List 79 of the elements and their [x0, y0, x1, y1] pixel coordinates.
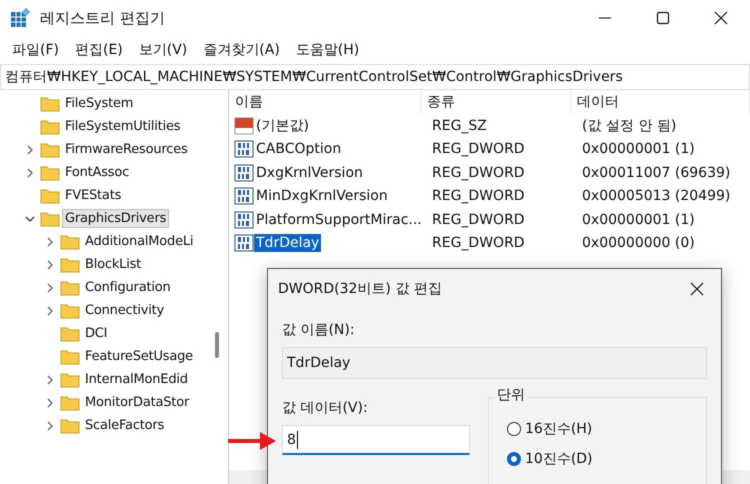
folder-icon [40, 142, 60, 158]
value-name[interactable]: CABCOption [254, 140, 344, 158]
tree-item[interactable]: GraphicsDrivers [62, 209, 170, 228]
string-value-icon [234, 116, 254, 135]
menu-item[interactable]: 도움말(H) [288, 41, 368, 59]
folder-icon [60, 256, 80, 272]
value-name-field[interactable]: TdrDelay [282, 347, 707, 379]
address-bar[interactable]: 컴퓨터₩HKEY_LOCAL_MACHINE₩SYSTEM₩CurrentControlSet₩Control₩GraphicsDrivers [0, 64, 750, 90]
value-type: REG_SZ [431, 118, 488, 134]
field-label: 값 이름(N): [282, 321, 356, 339]
value-data: 0x00011007 (69639) [581, 164, 732, 181]
tree-item[interactable]: AdditionalModeLi [82, 232, 196, 251]
tree-item[interactable]: InternalMonEdid [82, 370, 191, 389]
tree-item[interactable]: FVEStats [62, 186, 124, 205]
column-header[interactable]: 이름 [229, 90, 421, 114]
binary-value-icon [234, 210, 254, 229]
value-name[interactable]: DxgKrnlVersion [254, 164, 365, 182]
folder-icon [60, 418, 80, 434]
close-icon [690, 282, 704, 296]
value-data: 0x00000000 (0) [581, 235, 696, 252]
window-title: 레지스트리 편집기 [40, 8, 165, 28]
maximize-icon [656, 11, 670, 25]
folder-icon [60, 326, 80, 342]
menu-item[interactable]: 편집(E) [66, 41, 131, 59]
value-name[interactable]: TdrDelay [254, 234, 322, 252]
radio-option[interactable]: 10진수(D) [507, 450, 593, 468]
dialog-title: DWORD(32비트) 값 편집 [278, 280, 442, 298]
value-name[interactable]: MinDxgKrnlVersion [254, 187, 390, 206]
tree-item[interactable]: FirmwareResources [62, 140, 191, 159]
folder-icon [40, 96, 60, 112]
value-type: REG_DWORD [431, 212, 526, 228]
menu-item[interactable]: 보기(V) [130, 41, 196, 59]
radio-option[interactable]: 16진수(H) [507, 420, 592, 438]
menu-item[interactable]: 즐겨찾기(A) [195, 41, 288, 59]
value-name[interactable]: PlatformSupportMirac... [254, 210, 424, 229]
folder-icon [60, 280, 80, 296]
folder-icon [40, 164, 60, 180]
folder-icon [40, 188, 60, 204]
column-header[interactable]: 종류 [421, 90, 571, 114]
tree-item[interactable]: FeatureSetUsage [82, 347, 196, 366]
group-label: 단위 [495, 386, 527, 404]
folder-icon [60, 348, 80, 364]
folder-icon [40, 210, 60, 226]
tree-item[interactable]: Connectivity [82, 301, 168, 320]
folder-icon [60, 234, 80, 250]
close-icon [714, 11, 728, 25]
value-data-field[interactable]: 8 [282, 425, 470, 455]
tree-item[interactable]: Configuration [82, 278, 174, 297]
folder-icon [60, 394, 80, 410]
value-type: REG_DWORD [431, 235, 526, 252]
tree-item[interactable]: MonitorDataStor [82, 393, 192, 412]
tree-item[interactable]: FontAssoc [62, 163, 132, 182]
tree-item[interactable]: DCI [82, 324, 110, 343]
folder-icon [60, 372, 80, 388]
scrollbar-thumb[interactable] [215, 332, 219, 358]
value-data: 0x00000001 (1) [581, 212, 696, 228]
folder-icon [40, 118, 60, 134]
field-label: 값 데이터(V): [282, 399, 369, 417]
pointer-arrow [228, 432, 276, 450]
column-header[interactable]: 데이터 [571, 90, 750, 114]
tree-item[interactable]: BlockList [82, 255, 144, 274]
binary-value-icon [234, 140, 254, 158]
value-name[interactable]: (기본값) [254, 116, 311, 136]
binary-value-icon [234, 187, 254, 206]
registry-editor-icon [10, 8, 30, 28]
value-type: REG_DWORD [431, 188, 526, 204]
binary-value-icon [234, 164, 254, 182]
tree-item[interactable]: ScaleFactors [82, 416, 168, 435]
folder-icon [60, 302, 80, 318]
minimize-icon [599, 17, 611, 19]
value-data: (값 설정 안 됨) [581, 116, 678, 135]
value-data: 0x00005013 (20499) [581, 188, 732, 204]
tree-item[interactable]: FileSystem [62, 94, 136, 113]
value-data: 0x00000001 (1) [581, 141, 696, 158]
value-type: REG_DWORD [431, 164, 526, 181]
binary-value-icon [234, 234, 254, 252]
value-type: REG_DWORD [431, 141, 526, 158]
menu-item[interactable]: 파일(F) [4, 41, 67, 59]
tree-item[interactable]: FileSystemUtilities [62, 117, 184, 136]
